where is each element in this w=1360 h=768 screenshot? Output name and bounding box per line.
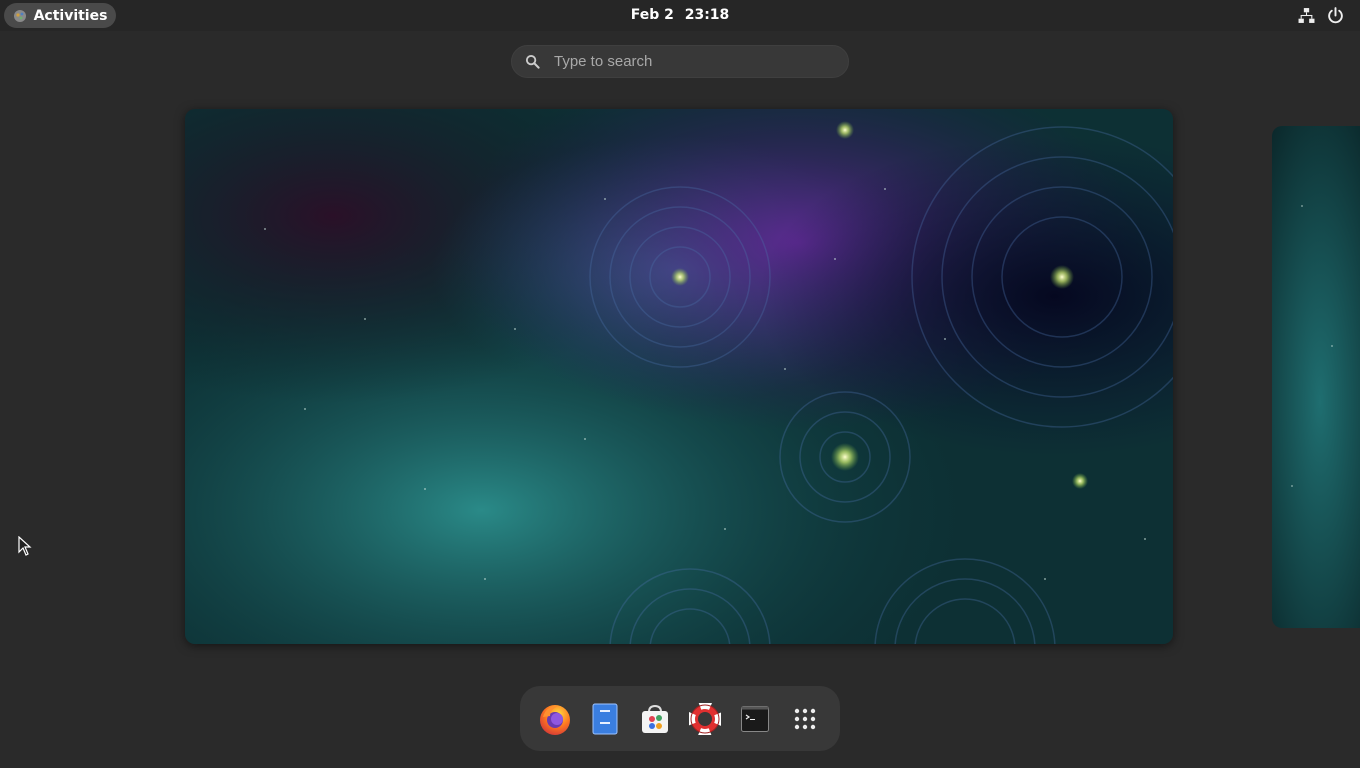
space-wallpaper-partial [1272,126,1360,628]
workspace-thumbnail-next[interactable] [1272,126,1360,628]
terminal-icon [741,705,769,732]
dash-show-apps[interactable] [787,701,823,737]
network-icon[interactable] [1298,7,1315,24]
space-wallpaper [185,109,1173,644]
dash-help[interactable] [687,701,723,737]
search-input[interactable] [552,52,826,71]
dash-software[interactable] [637,701,673,737]
software-icon [642,704,668,733]
workspace-thumbnail-active[interactable] [185,109,1173,644]
dash-terminal[interactable] [737,701,773,737]
mouse-cursor-icon [18,536,32,556]
search-field[interactable] [511,45,849,78]
show-apps-icon [794,708,816,729]
top-bar: Activities Feb 2 23:18 [0,0,1360,31]
dash-firefox[interactable] [537,701,573,737]
clock-time: 23:18 [684,7,730,23]
dash-files[interactable] [587,701,623,737]
search-icon [525,54,540,69]
firefox-icon [540,704,570,735]
dash [520,686,840,751]
power-icon[interactable] [1327,7,1344,24]
clock[interactable]: Feb 2 23:18 [0,7,1360,23]
clock-date: Feb 2 [630,7,674,23]
system-tray[interactable] [1298,7,1344,24]
help-icon [689,702,721,735]
files-icon [592,703,618,734]
